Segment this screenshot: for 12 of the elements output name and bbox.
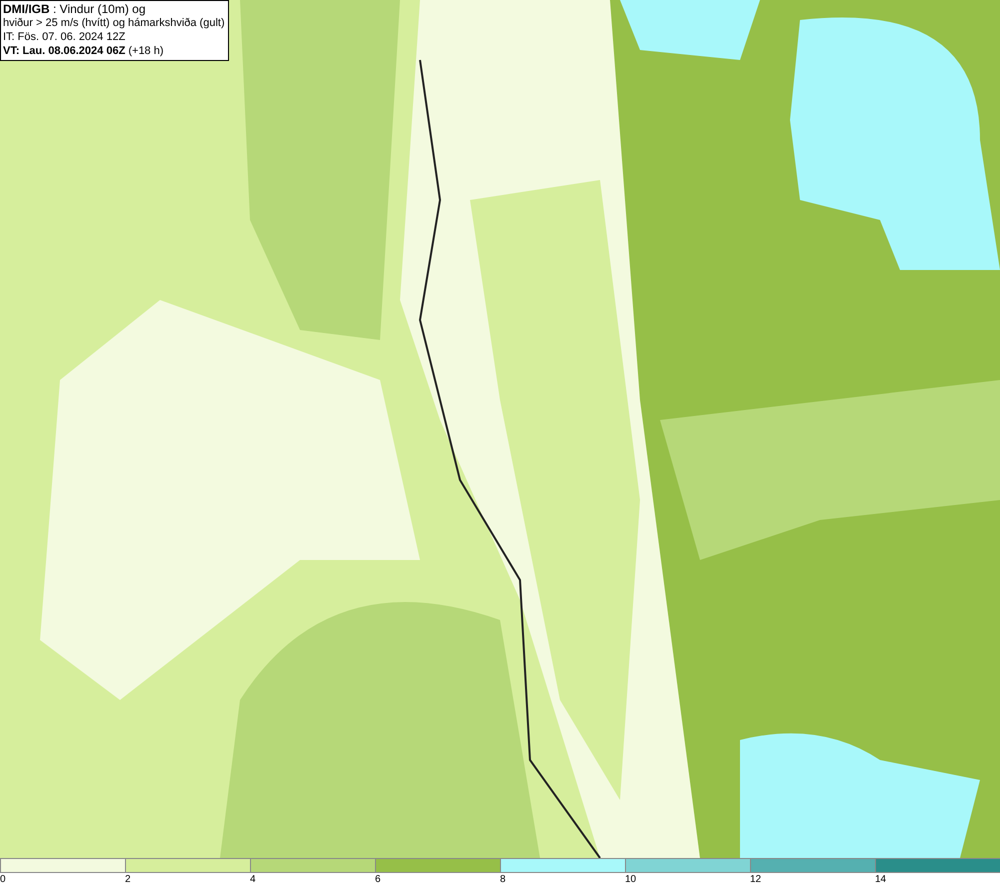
title-line: VT: Lau. 08.06.2024 06Z (+18 h) — [3, 44, 165, 58]
scale-label: 14 — [875, 873, 886, 887]
scale-label: 4 — [250, 873, 256, 887]
title-line: DMI/IGB : Vindur (10m) og — [3, 2, 146, 16]
scale-label: 12 — [750, 873, 762, 887]
scale-label: 2 — [125, 873, 131, 887]
scale-label: 8 — [500, 873, 506, 887]
title-line: IT: Fös. 07. 06. 2024 12Z — [3, 30, 126, 44]
scale-label: 10 — [625, 873, 636, 887]
scale-label: 0 — [0, 873, 6, 887]
scale-label: 6 — [375, 873, 381, 887]
title-line: hviður > 25 m/s (hvítt) og hámarkshviða (gult) — [3, 16, 225, 30]
